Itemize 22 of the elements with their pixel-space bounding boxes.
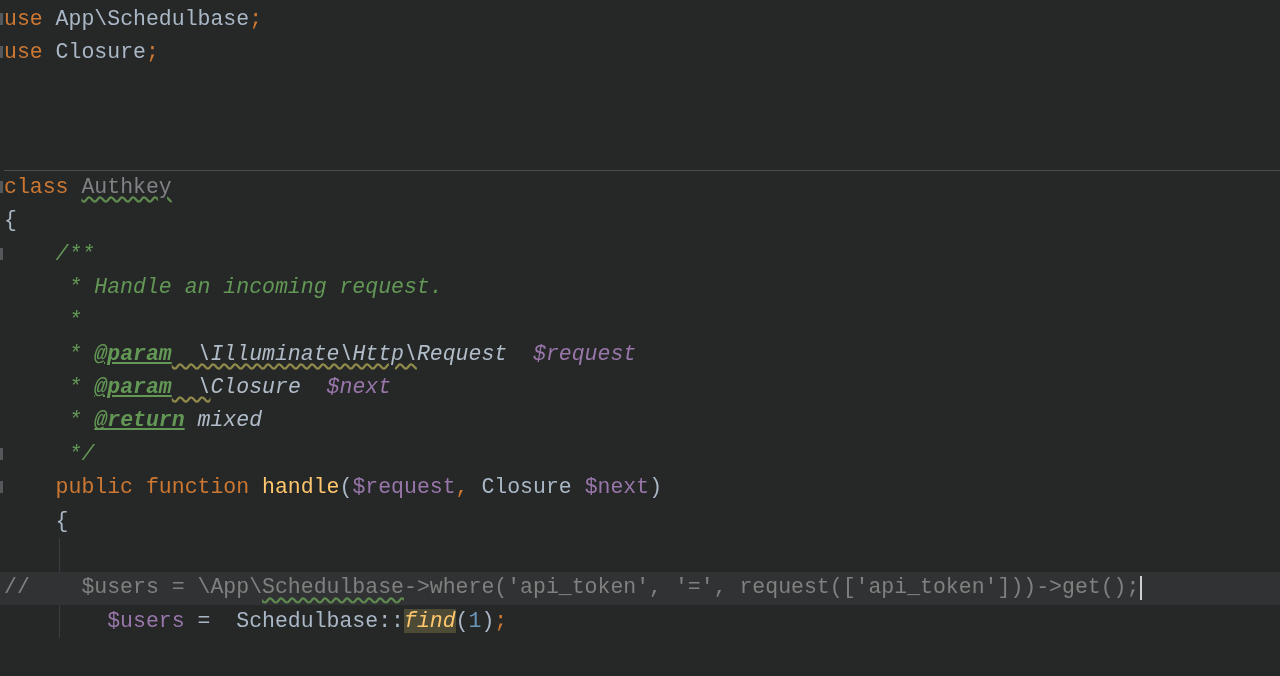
fold-marker-icon[interactable] <box>0 180 3 193</box>
fold-marker-icon[interactable] <box>0 46 3 59</box>
code-line: { <box>54 508 69 535</box>
doc-comment-line: */ <box>67 441 95 468</box>
code-line: use App\Schedulbase; <box>4 6 263 33</box>
code-line: $users = Schedulbase::find(1); <box>106 608 508 635</box>
code-line: { <box>4 208 17 234</box>
code-line: use Closure; <box>4 40 159 66</box>
doc-comment-line: /** <box>54 241 95 268</box>
doc-comment-line: * @return mixed <box>67 408 263 435</box>
code-line: public function handle($request, Closure $next) <box>54 475 663 502</box>
fold-marker-icon[interactable] <box>0 481 3 494</box>
doc-comment-line: * @param \Illuminate\Http\Request $request <box>67 341 637 368</box>
doc-comment-line: * <box>67 308 82 335</box>
fold-marker-icon[interactable] <box>0 247 3 260</box>
text-caret <box>1140 576 1143 601</box>
commented-code-line: // $users = \App\Schedulbase->where('api_token', '=', request(['api_token']))->get(); <box>4 575 1140 602</box>
code-line: class Authkey <box>4 174 172 201</box>
fold-marker-icon[interactable] <box>0 13 3 25</box>
doc-comment-line: * Handle an incoming request. <box>67 274 443 301</box>
doc-comment-line: * @param \Closure $next <box>67 375 392 401</box>
fold-marker-icon[interactable] <box>0 448 3 461</box>
